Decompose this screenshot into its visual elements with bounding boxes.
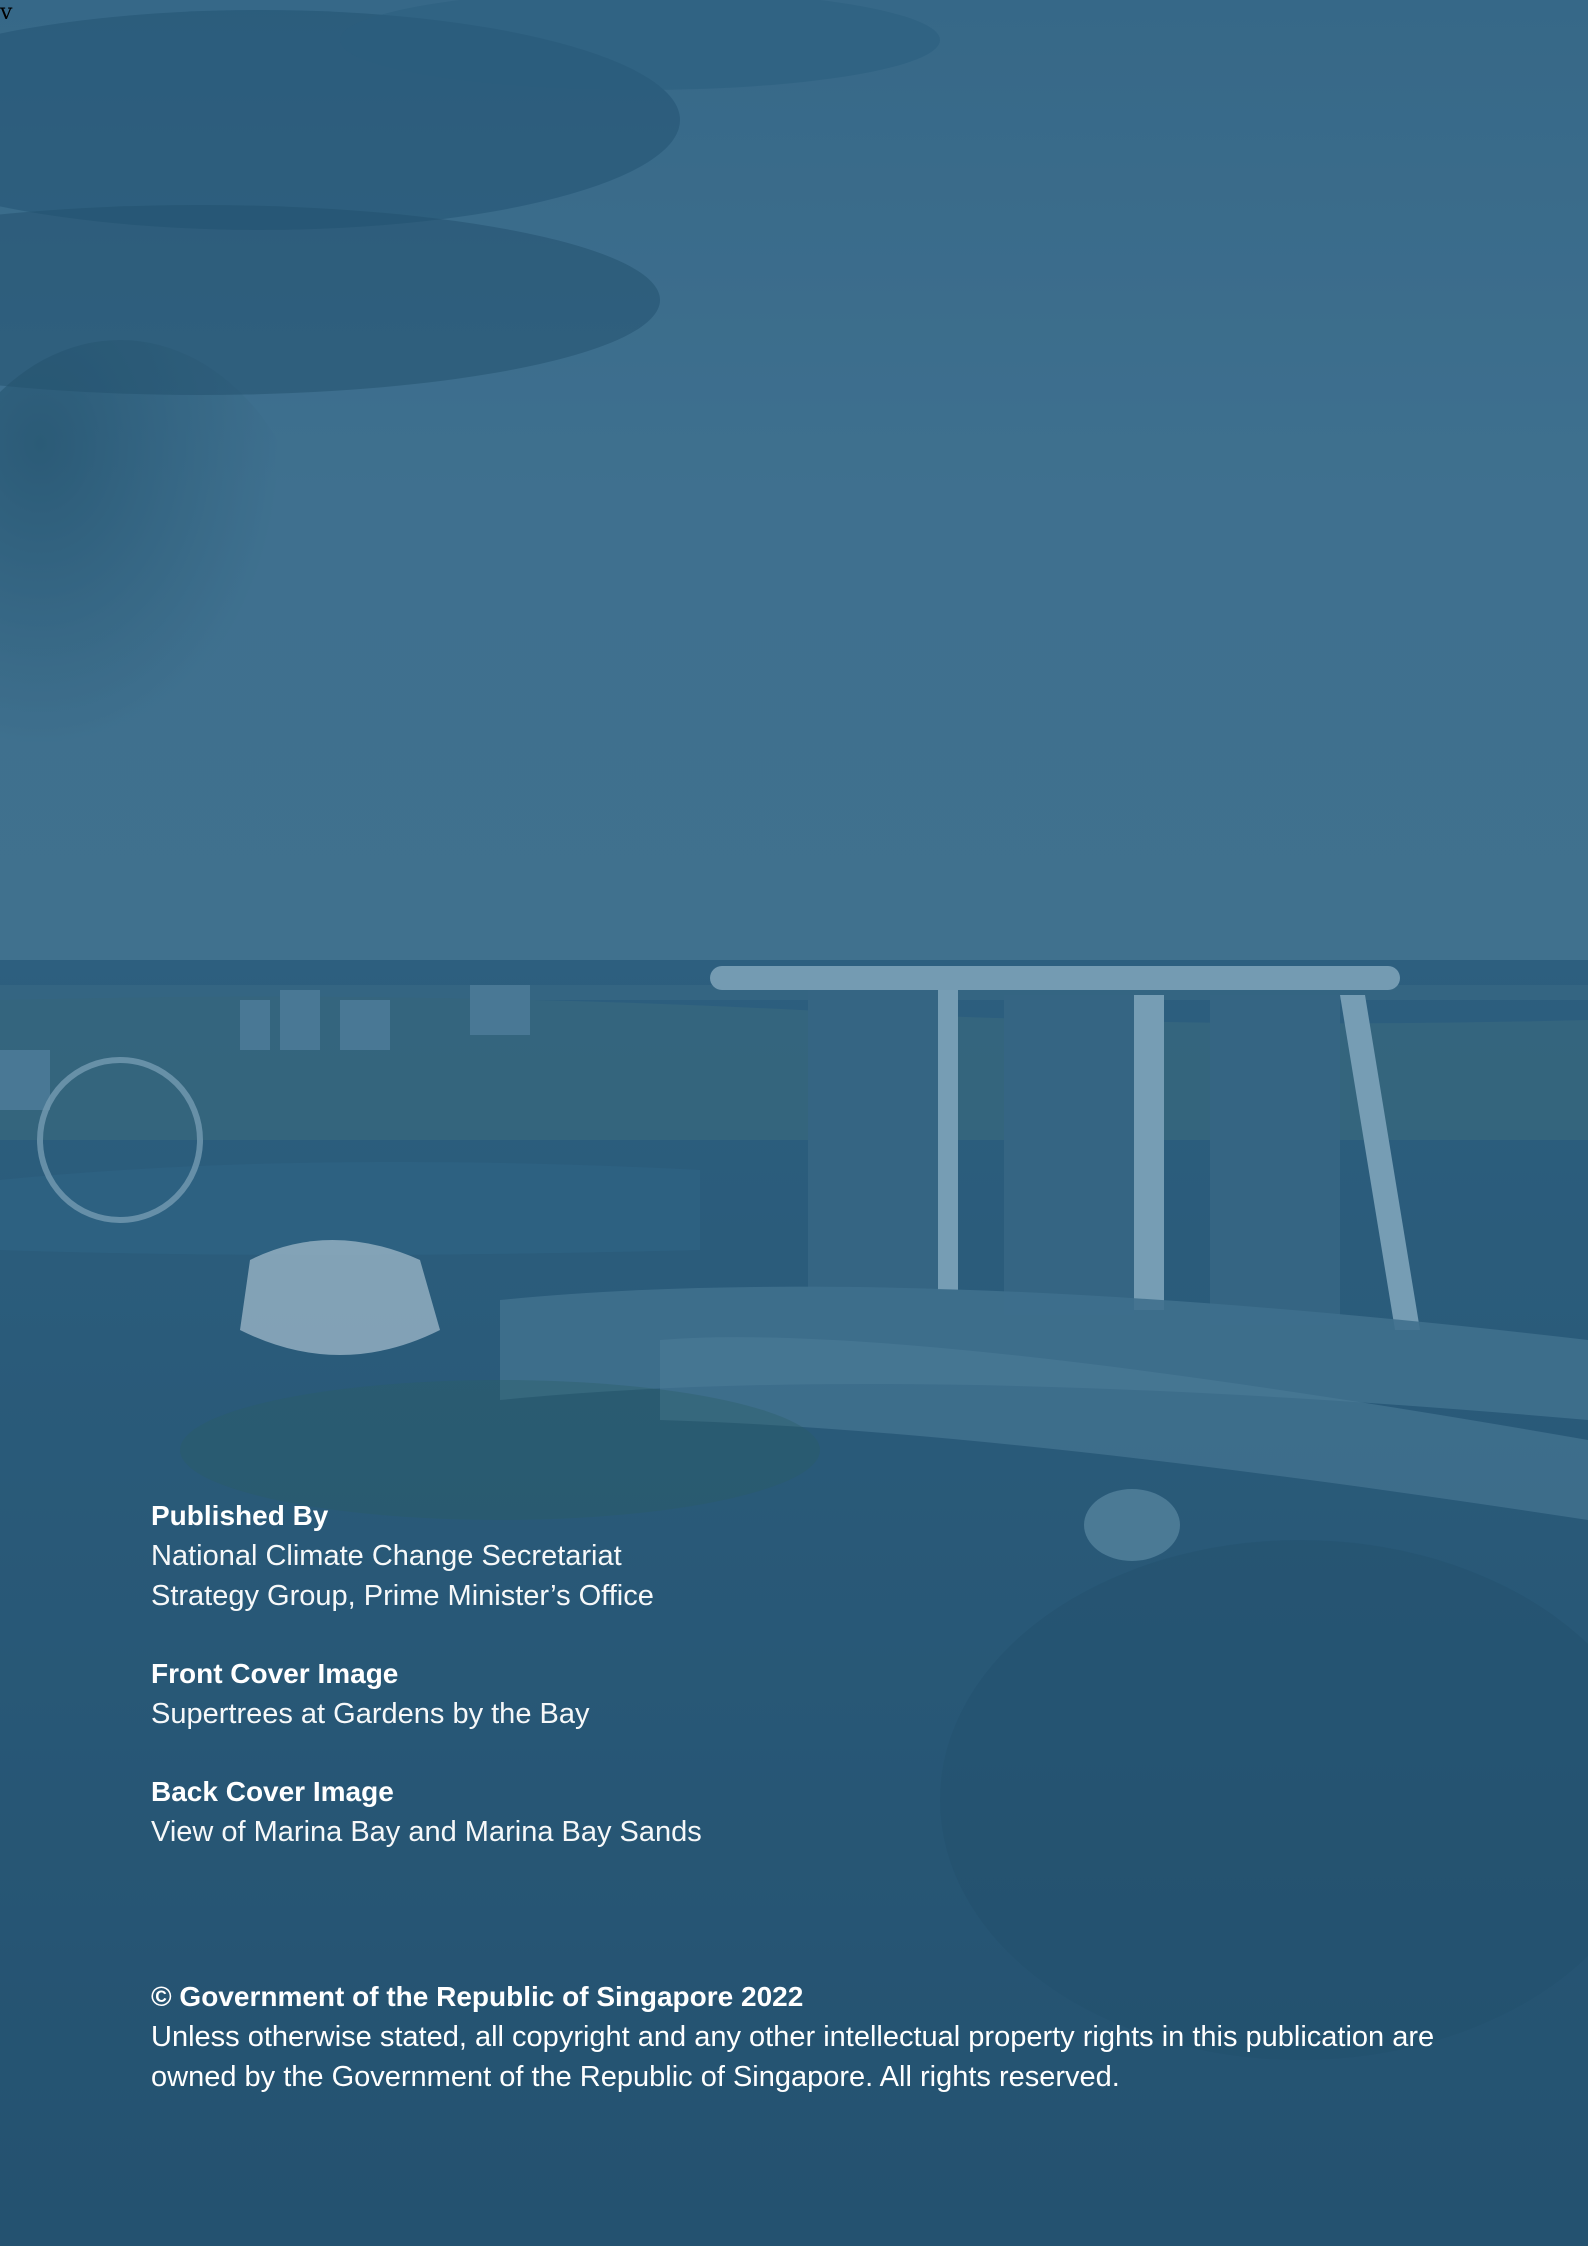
back-cover-heading: Back Cover Image [151,1776,394,1807]
back-cover-page: v Published By National Climate Change S… [0,0,1588,2246]
published-by-heading: Published By [151,1500,329,1531]
publication-credits: Published By National Climate Change Sec… [151,1496,1451,1890]
front-cover-caption: Supertrees at Gardens by the Bay [151,1698,590,1730]
copyright-heading: © Government of the Republic of Singapor… [151,1981,804,2012]
publisher-line: Strategy Group, Prime Minister’s Office [151,1580,654,1612]
copyright-text-line: owned by the Government of the Republic … [151,2061,1120,2093]
publisher-line: National Climate Change Secretariat [151,1540,622,1572]
page-corner-mark: v [0,0,13,25]
front-cover-heading: Front Cover Image [151,1658,399,1689]
copyright-text-line: Unless otherwise stated, all copyright a… [151,2021,1435,2053]
front-cover-section: Front Cover Image Supertrees at Gardens … [151,1654,1451,1734]
marina-bay-background-image [0,0,1588,2246]
copyright-section: © Government of the Republic of Singapor… [151,1977,1451,2097]
back-cover-section: Back Cover Image View of Marina Bay and … [151,1772,1451,1852]
published-by-section: Published By National Climate Change Sec… [151,1496,1451,1616]
back-cover-caption: View of Marina Bay and Marina Bay Sands [151,1816,702,1848]
